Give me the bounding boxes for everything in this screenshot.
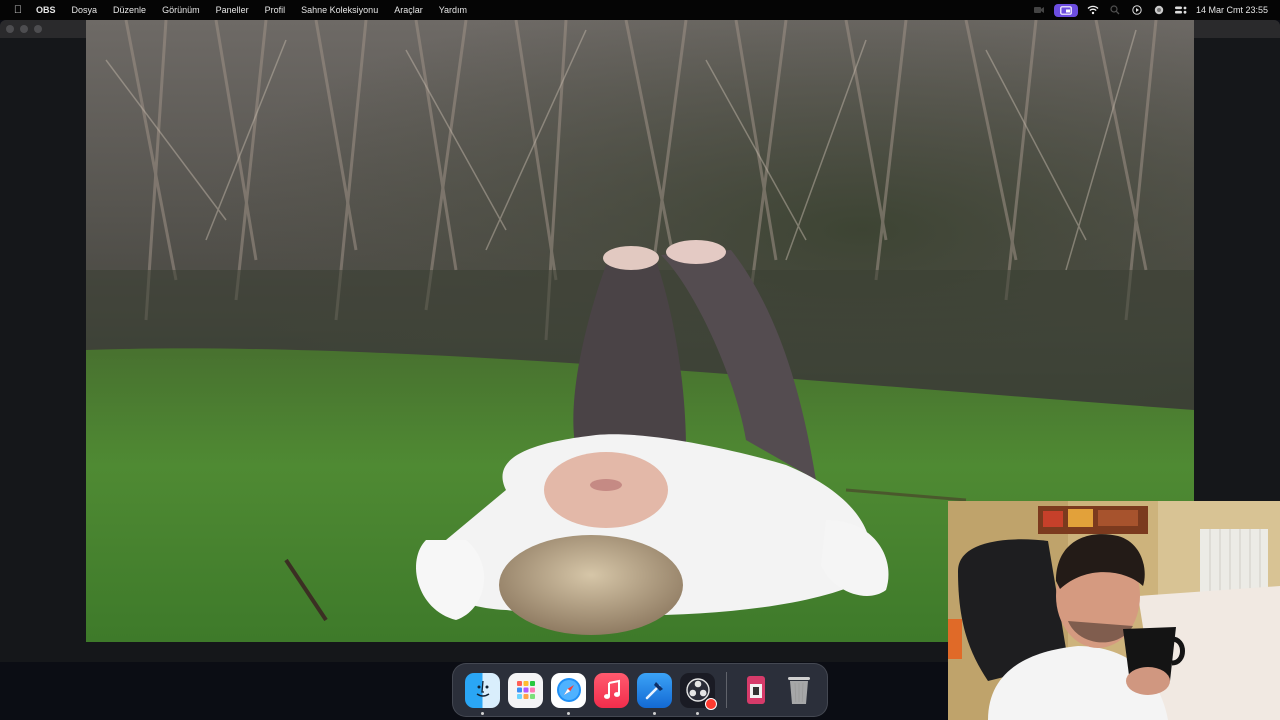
webcam-overlay <box>948 501 1280 720</box>
dock-app-music[interactable] <box>594 672 629 708</box>
running-indicator <box>567 711 570 715</box>
menu-araclar[interactable]: Araçlar <box>386 5 431 15</box>
finder-icon <box>476 680 489 697</box>
dock-app-obs[interactable] <box>680 672 717 715</box>
menu-duzenle[interactable]: Düzenle <box>105 5 154 15</box>
menu-bar-clock[interactable]: 14 Mar Cmt 23:55 <box>1192 5 1280 15</box>
menu-sahne-koleksiyonu[interactable]: Sahne Koleksiyonu <box>293 5 386 15</box>
apple-logo-icon[interactable]:  <box>8 4 28 16</box>
zoom-window-button[interactable] <box>34 25 42 33</box>
search-icon[interactable] <box>1104 0 1126 20</box>
dock-app-launchpad[interactable] <box>508 672 543 708</box>
recording-badge-icon <box>705 697 717 710</box>
dock-app-safari[interactable] <box>551 672 586 715</box>
music-icon <box>603 679 620 699</box>
play-circle-icon[interactable] <box>1126 0 1148 20</box>
safari-icon <box>556 678 581 702</box>
downloads-stack-icon <box>746 676 765 704</box>
control-center-icon[interactable] <box>1170 0 1192 20</box>
menu-dosya[interactable]: Dosya <box>64 5 106 15</box>
xcode-icon <box>645 682 663 700</box>
menu-yardim[interactable]: Yardım <box>431 5 475 15</box>
dock-separator <box>726 672 727 708</box>
screen-recording-icon[interactable] <box>1028 0 1050 20</box>
menu-bar:  OBS Dosya Düzenle Görünüm Paneller Pro… <box>0 0 1280 20</box>
dock-app-xcode[interactable] <box>637 672 672 715</box>
minimize-window-button[interactable] <box>20 25 28 33</box>
wifi-icon[interactable] <box>1082 0 1104 20</box>
running-indicator <box>696 711 699 715</box>
dock-app-trash[interactable] <box>781 673 816 708</box>
running-indicator <box>653 711 656 715</box>
close-window-button[interactable] <box>6 25 14 33</box>
launchpad-icon <box>516 681 535 699</box>
running-indicator <box>481 711 484 715</box>
menu-gorunum[interactable]: Görünüm <box>154 5 208 15</box>
dock <box>452 663 828 717</box>
menu-bar-status-area: 14 Mar Cmt 23:55 <box>1028 0 1280 20</box>
menu-app-obs[interactable]: OBS <box>28 5 64 15</box>
menu-profil[interactable]: Profil <box>257 5 294 15</box>
dock-stack-downloads[interactable] <box>738 673 773 708</box>
trash-icon <box>787 677 810 704</box>
siri-icon[interactable] <box>1148 0 1170 20</box>
screen-share-icon[interactable] <box>1053 3 1078 17</box>
dock-app-finder[interactable] <box>465 672 500 715</box>
menu-paneller[interactable]: Paneller <box>208 5 257 15</box>
